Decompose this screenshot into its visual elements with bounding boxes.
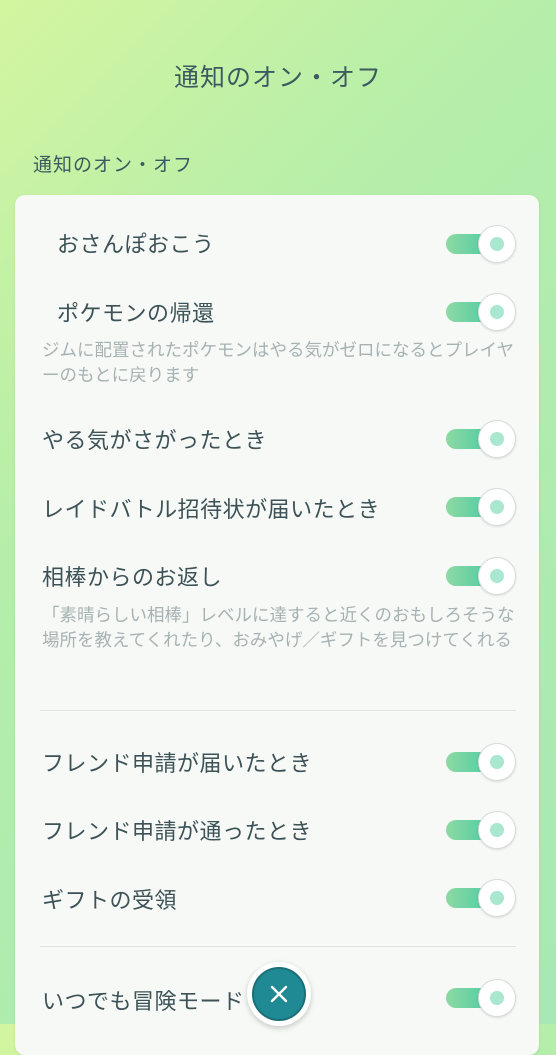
setting-label-adventure-sync-main: いつでも冒険モード bbox=[42, 990, 245, 1015]
section-divider bbox=[40, 946, 516, 947]
setting-label-buddy-gift: 相棒からのお返し bbox=[42, 566, 223, 591]
toggle-gift-received[interactable] bbox=[446, 879, 516, 917]
toggle-knob bbox=[478, 293, 516, 331]
toggle-adventure-sync[interactable] bbox=[446, 979, 516, 1017]
toggle-knob bbox=[478, 420, 516, 458]
setting-label-adventure-sync: いつでも冒険モード 歩 bbox=[42, 984, 279, 1016]
close-button-inner bbox=[252, 967, 306, 1021]
settings-card: おさんぽおこう ポケモンの帰還 ジムに配置されたポケモンはやる気がゼロになるとプ… bbox=[15, 195, 539, 1055]
toggle-knob bbox=[478, 488, 516, 526]
toggle-knob bbox=[478, 743, 516, 781]
setting-label-gift-received: ギフトの受領 bbox=[42, 889, 178, 914]
setting-label-pokemon-return: ポケモンの帰還 bbox=[57, 302, 215, 327]
toggle-raid-invite[interactable] bbox=[446, 488, 516, 526]
setting-label-buddy-walk: おさんぽおこう bbox=[57, 233, 215, 258]
section-label: 通知のオン・オフ bbox=[33, 154, 194, 176]
toggle-knob bbox=[478, 979, 516, 1017]
setting-label-raid-invite: レイドバトル招待状が届いたとき bbox=[42, 498, 381, 523]
toggle-friend-request-received[interactable] bbox=[446, 743, 516, 781]
toggle-buddy-walk[interactable] bbox=[446, 225, 516, 263]
toggle-buddy-gift[interactable] bbox=[446, 557, 516, 595]
setting-label-motivation-drop: やる気がさがったとき bbox=[42, 429, 268, 454]
page-title: 通知のオン・オフ bbox=[173, 63, 382, 92]
setting-label-friend-request-received: フレンド申請が届いたとき bbox=[42, 752, 313, 777]
setting-description-buddy-gift: 「素晴らしい相棒」レベルに達すると近くのおもしろそうな場所を教えてくれたり、おみ… bbox=[42, 606, 515, 651]
close-button[interactable] bbox=[247, 962, 311, 1026]
close-icon bbox=[270, 985, 288, 1003]
toggle-knob bbox=[478, 225, 516, 263]
toggle-motivation-drop[interactable] bbox=[446, 420, 516, 458]
setting-label-friend-request-accepted: フレンド申請が通ったとき bbox=[42, 820, 313, 845]
toggle-knob bbox=[478, 557, 516, 595]
setting-description-pokemon-return: ジムに配置されたポケモンはやる気がゼロになるとプレイヤーのもとに戻ります bbox=[42, 341, 514, 386]
toggle-knob bbox=[478, 811, 516, 849]
toggle-pokemon-return[interactable] bbox=[446, 293, 516, 331]
toggle-friend-request-accepted[interactable] bbox=[446, 811, 516, 849]
section-divider bbox=[40, 710, 516, 711]
toggle-knob bbox=[478, 879, 516, 917]
